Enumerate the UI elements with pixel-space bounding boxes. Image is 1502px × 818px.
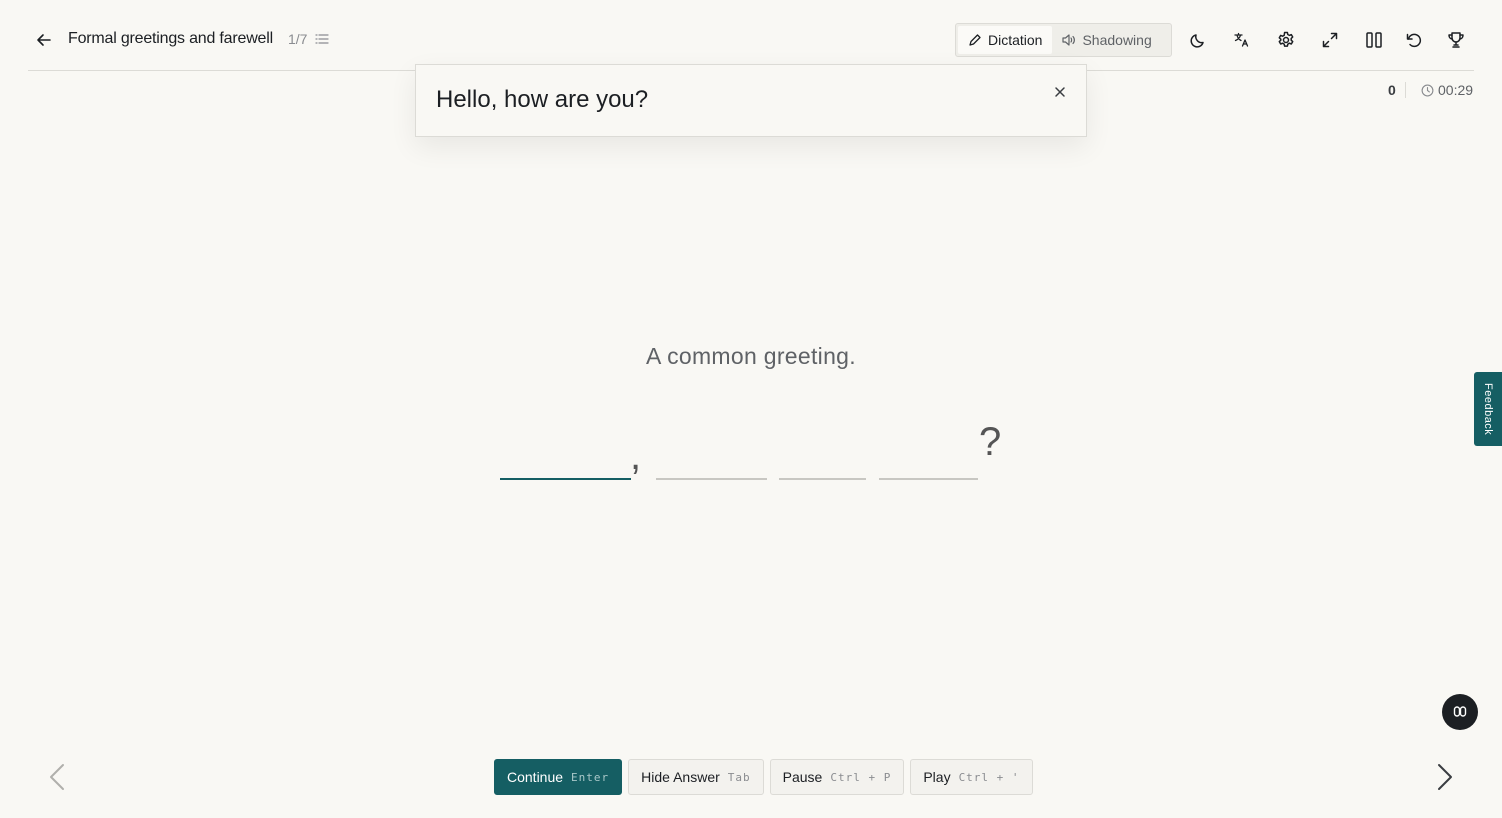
feedback-label: Feedback [1482,382,1494,436]
moon-icon[interactable] [1188,30,1208,50]
hide-answer-button[interactable]: Hide Answer Tab [628,759,764,795]
answer-popup: Hello, how are you? [415,64,1087,137]
undo-icon[interactable] [1404,30,1424,50]
play-label: Play [923,769,951,785]
control-bar: Continue Enter Hide Answer Tab Pause Ctr… [494,759,1033,795]
shadowing-label: Shadowing [1082,32,1152,48]
word-input-2[interactable] [656,478,767,480]
answer-text: Hello, how are you? [436,86,649,113]
sentence-hint: A common greeting. [646,343,856,369]
header-bar: Formal greetings and farewell 1/7 Dictat… [28,0,1474,71]
word-input-1[interactable] [500,478,631,480]
hide-answer-shortcut: Tab [727,770,751,784]
dictation-label: Dictation [988,32,1043,48]
continue-shortcut: Enter [571,770,610,784]
status-divider [1405,82,1406,98]
gear-icon[interactable] [1276,30,1296,50]
question-mark-punctuation: ? [979,420,1002,464]
columns-icon[interactable] [1364,30,1384,50]
play-button[interactable]: Play Ctrl + ' [910,759,1033,795]
play-shortcut: Ctrl + ' [958,770,1020,784]
shadowing-mode-button[interactable]: Shadowing [1052,26,1161,54]
feedback-tab[interactable]: Feedback [1474,372,1502,446]
pencil-icon [968,33,982,47]
word-input-3[interactable] [779,478,866,480]
lesson-progress: 1/7 [288,31,308,47]
pause-button[interactable]: Pause Ctrl + P [769,759,905,795]
continue-button[interactable]: Continue Enter [494,759,623,795]
list-icon[interactable] [315,32,329,46]
pause-shortcut: Ctrl + P [830,770,892,784]
previous-sentence-chevron-left-icon[interactable] [46,762,68,792]
expand-icon[interactable] [1320,30,1340,50]
chat-widget-button[interactable] [1442,694,1478,730]
continue-label: Continue [507,769,564,785]
score-value: 0 [1388,82,1396,98]
close-icon[interactable] [1052,84,1068,100]
translate-icon[interactable] [1232,30,1252,50]
word-input-4[interactable] [879,478,978,480]
timer-value: 00:29 [1438,82,1474,98]
comma-punctuation: , [630,434,642,478]
trophy-icon[interactable] [1446,30,1466,50]
back-arrow-icon[interactable] [34,30,54,50]
clock-icon [1421,84,1434,97]
dictation-mode-button[interactable]: Dictation [958,26,1053,54]
mode-toggle: Dictation Shadowing [955,23,1172,57]
lesson-title: Formal greetings and farewell [68,30,273,47]
pause-label: Pause [782,769,823,785]
chat-icon [1453,705,1467,719]
timer: 00:29 [1421,82,1473,98]
speaker-icon [1062,33,1076,47]
hide-answer-label: Hide Answer [641,769,720,785]
next-sentence-chevron-right-icon[interactable] [1434,762,1456,792]
